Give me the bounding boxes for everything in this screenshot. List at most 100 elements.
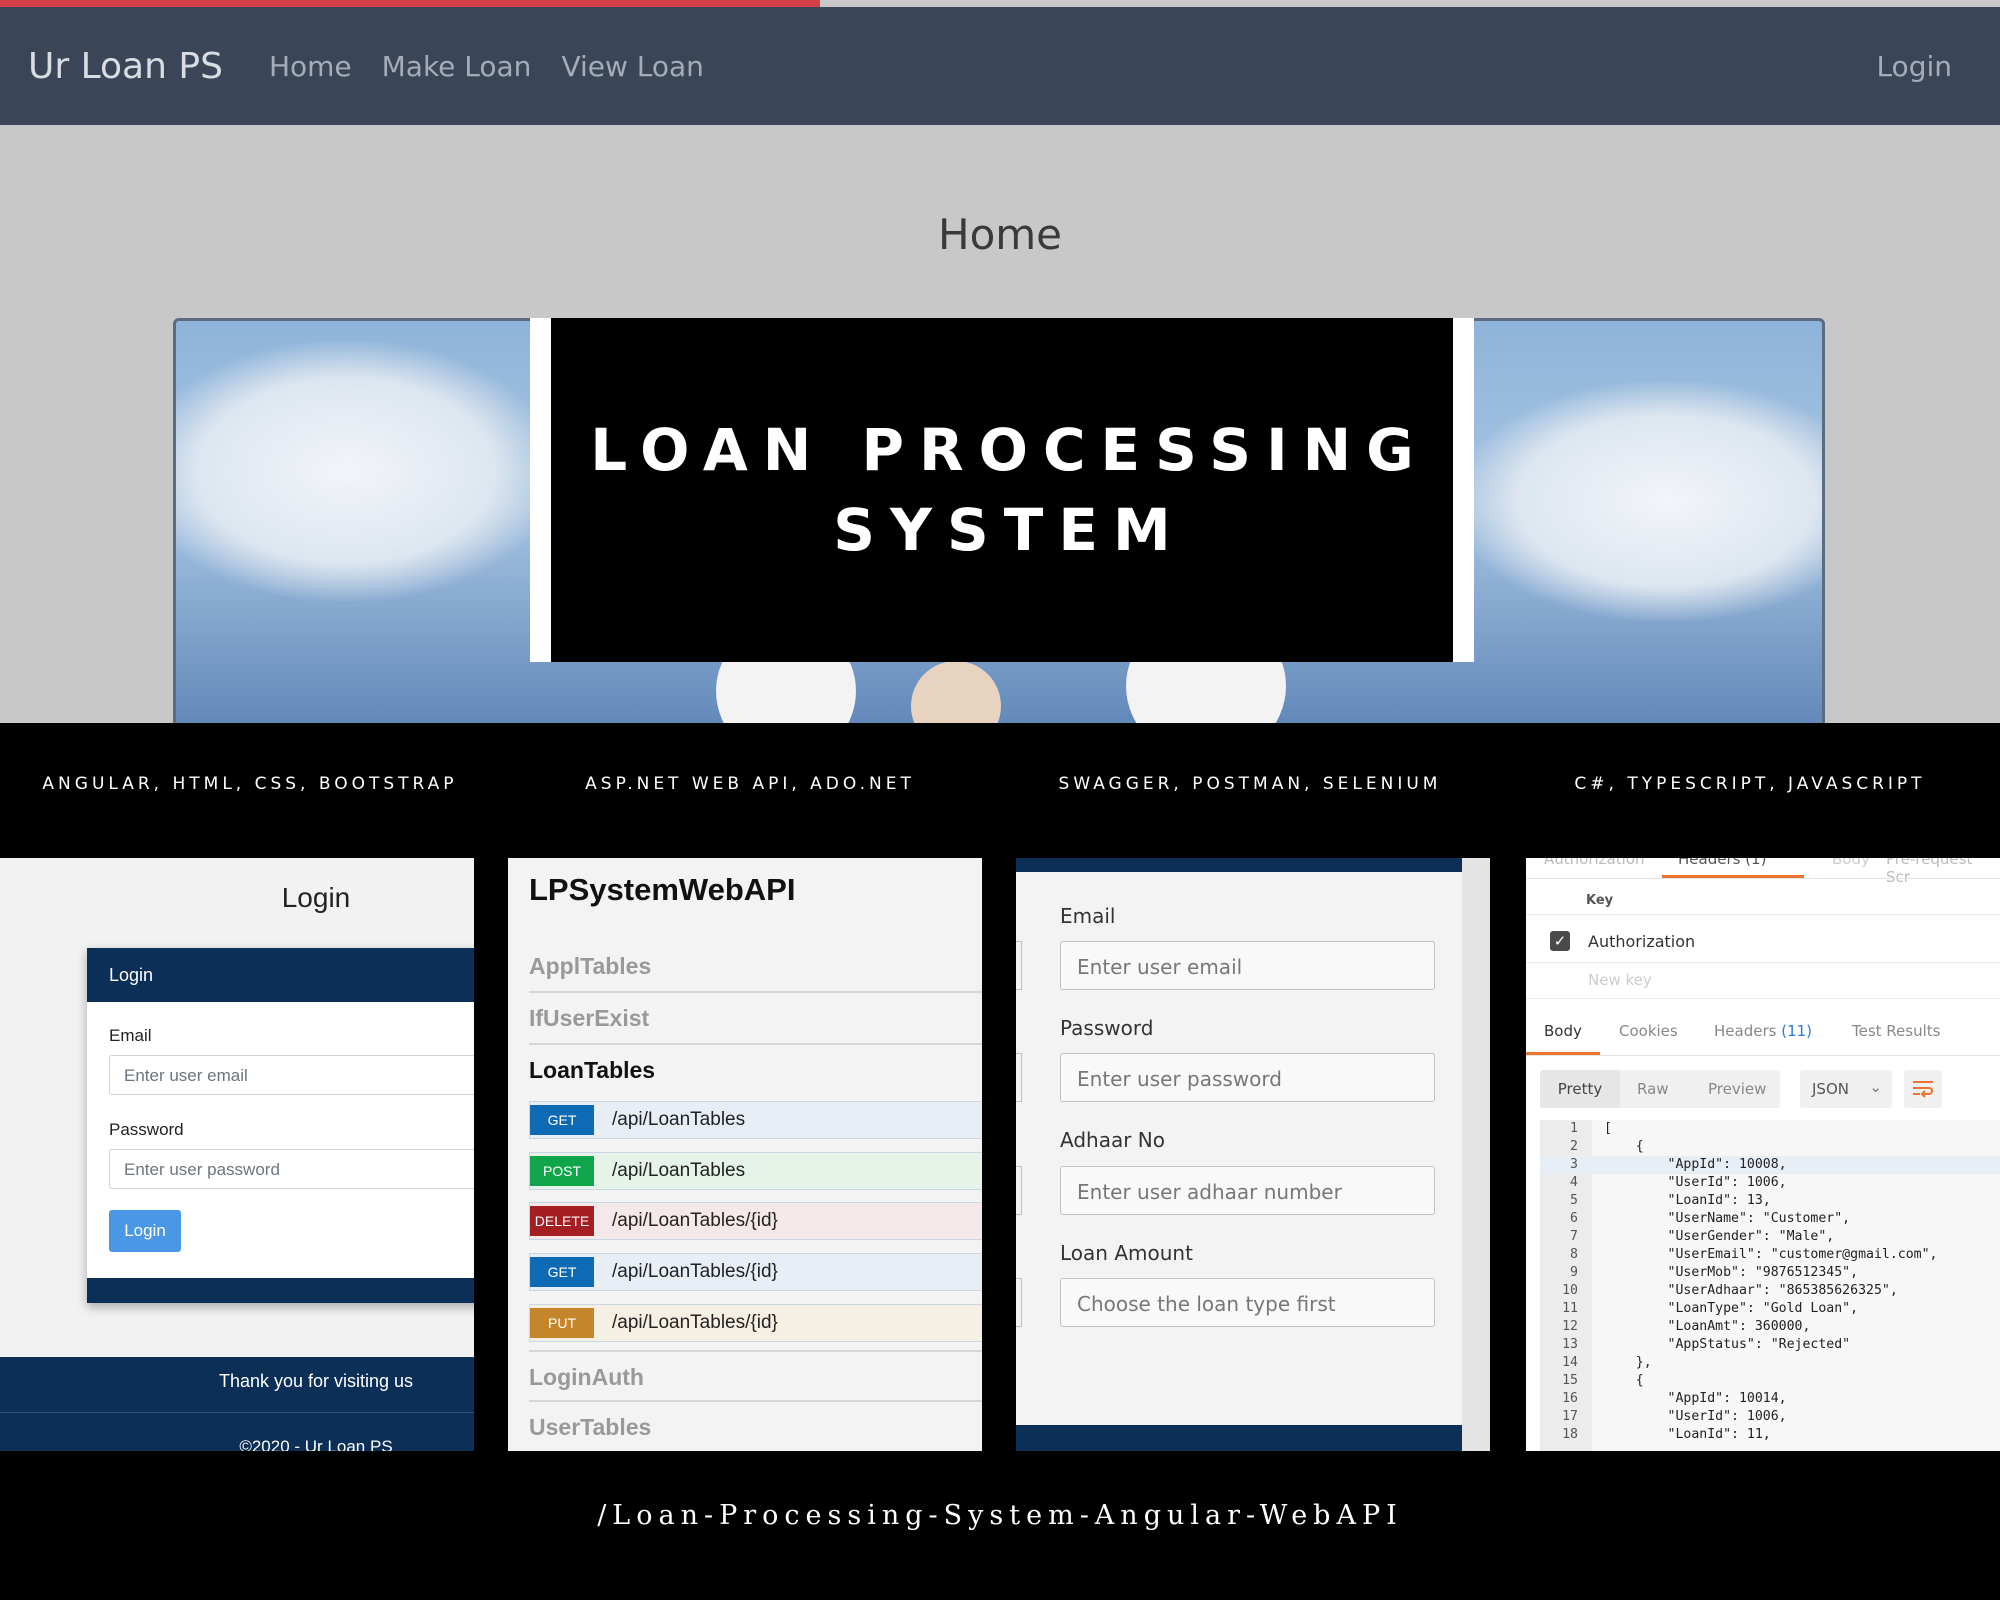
- new-key-input[interactable]: New key: [1588, 971, 1652, 989]
- response-tab-body[interactable]: Body: [1544, 1022, 1582, 1040]
- endpoint-post-loantables[interactable]: POST /api/LoanTables: [529, 1152, 982, 1190]
- endpoint-path: /api/LoanTables/{id}: [612, 1312, 778, 1333]
- nav-make-loan[interactable]: Make Loan: [382, 50, 532, 83]
- view-mode-raw[interactable]: Raw: [1637, 1080, 1669, 1098]
- header-key-authorization[interactable]: Authorization: [1588, 932, 1695, 951]
- email-field[interactable]: Enter user email: [109, 1055, 474, 1095]
- password-label: Password: [109, 1120, 184, 1139]
- input-edge: [1016, 941, 1022, 990]
- tech-backend: ASP.NET WEB API, ADO.NET: [585, 774, 915, 794]
- tab-divider: [1526, 878, 2000, 879]
- password-field[interactable]: Enter user password: [109, 1149, 474, 1189]
- format-select[interactable]: JSON ⌄: [1800, 1070, 1892, 1108]
- code-line: "UserName": "Customer",: [1604, 1211, 1851, 1226]
- endpoint-get-loantables-id[interactable]: GET /api/LoanTables/{id}: [529, 1253, 982, 1291]
- line-number: 10: [1562, 1283, 1578, 1298]
- endpoint-get-loantables[interactable]: GET /api/LoanTables: [529, 1101, 982, 1139]
- adhaar-label: Adhaar No: [1060, 1128, 1165, 1152]
- line-number: 18: [1562, 1427, 1578, 1442]
- footer-copyright: ©2020 - Ur Loan PS: [239, 1437, 393, 1451]
- tab-prerequest[interactable]: Pre-request Scr: [1886, 858, 2000, 886]
- code-line: "UserEmail": "customer@gmail.com",: [1604, 1247, 1938, 1262]
- code-line: "LoanAmt": 360000,: [1604, 1319, 1811, 1334]
- adhaar-field[interactable]: Enter user adhaar number: [1060, 1166, 1435, 1215]
- login-button[interactable]: Login: [109, 1210, 181, 1252]
- swagger-screenshot: LPSystemWebAPI ApplTables IfUserExist Lo…: [508, 858, 982, 1451]
- postman-screenshot: Authorization Headers (1) Body Pre-reque…: [1526, 858, 2000, 1451]
- headline-frame: LOAN PROCESSING SYSTEM: [530, 318, 1474, 662]
- line-number: 7: [1570, 1229, 1578, 1244]
- tech-testing: SWAGGER, POSTMAN, SELENIUM: [1058, 774, 1442, 794]
- tab-body[interactable]: Body: [1832, 858, 1870, 868]
- input-edge: [1016, 1278, 1022, 1327]
- endpoint-delete-loantables-id[interactable]: DELETE /api/LoanTables/{id}: [529, 1202, 982, 1240]
- endpoint-path: /api/LoanTables: [612, 1160, 746, 1181]
- nav-view-loan[interactable]: View Loan: [561, 50, 704, 83]
- api-group-appltables[interactable]: ApplTables: [529, 941, 982, 993]
- code-line: "AppStatus": "Rejected": [1604, 1337, 1851, 1352]
- tab-authorization[interactable]: Authorization: [1544, 858, 1644, 868]
- login-card-footer: [87, 1278, 474, 1303]
- code-line: "LoanId": 11,: [1604, 1427, 1771, 1442]
- key-column-header: Key: [1586, 893, 1614, 908]
- brand-link[interactable]: Ur Loan PS: [28, 46, 223, 87]
- view-mode-pretty[interactable]: Pretty: [1540, 1070, 1620, 1108]
- code-line: "UserAdhaar": "865385626325",: [1604, 1283, 1898, 1298]
- format-select-label: JSON: [1812, 1080, 1849, 1098]
- endpoint-path: /api/LoanTables: [612, 1109, 746, 1130]
- headline-line-1: LOAN PROCESSING: [590, 416, 1429, 484]
- loading-progress-bar: [0, 0, 820, 7]
- row-divider: [1526, 962, 2000, 963]
- response-tab-test-results[interactable]: Test Results: [1852, 1022, 1940, 1040]
- api-group-ifuserexist[interactable]: IfUserExist: [529, 993, 982, 1045]
- loan-amount-field[interactable]: Choose the loan type first: [1060, 1278, 1435, 1327]
- login-card: Login Email Enter user email Password En…: [87, 948, 474, 1303]
- api-group-loantables[interactable]: LoanTables: [529, 1045, 982, 1091]
- tech-languages: C#, TYPESCRIPT, JAVASCRIPT: [1574, 774, 1926, 794]
- line-number: 13: [1562, 1337, 1578, 1352]
- line-number: 2: [1570, 1139, 1578, 1154]
- method-badge: POST: [530, 1156, 594, 1186]
- loan-amount-label: Loan Amount: [1060, 1241, 1193, 1265]
- app-screenshot: Ur Loan PS Home Make Loan View Loan Logi…: [0, 0, 2000, 723]
- line-number: 8: [1570, 1247, 1578, 1262]
- line-number: 3: [1570, 1157, 1578, 1172]
- endpoint-path: /api/LoanTables/{id}: [612, 1261, 778, 1282]
- code-line: "LoanId": 13,: [1604, 1193, 1771, 1208]
- line-number: 9: [1570, 1265, 1578, 1280]
- checkbox-checked-icon[interactable]: ✓: [1550, 931, 1570, 951]
- footer-divider: [0, 1412, 474, 1413]
- login-page-title: Login: [281, 882, 351, 913]
- json-response-viewer[interactable]: 1 [2 {3 "AppId": 10008, 4 "UserId": 1006, 5…: [1540, 1120, 2000, 1451]
- site-footer: Thank you for visiting us ©2020 - Ur Loa…: [0, 1357, 474, 1451]
- api-group-usertables[interactable]: UserTables: [529, 1402, 982, 1451]
- code-line: "AppId": 10008,: [1604, 1157, 1787, 1172]
- code-line: "UserGender": "Male",: [1604, 1229, 1835, 1244]
- wrap-lines-icon: [1912, 1079, 1934, 1099]
- headers-count-badge: (11): [1781, 1022, 1813, 1040]
- response-tab-cookies[interactable]: Cookies: [1619, 1022, 1678, 1040]
- line-number: 14: [1562, 1355, 1578, 1370]
- method-badge: GET: [530, 1105, 594, 1135]
- nav-home[interactable]: Home: [269, 50, 352, 83]
- endpoint-put-loantables-id[interactable]: PUT /api/LoanTables/{id}: [529, 1304, 982, 1342]
- line-number: 1: [1570, 1121, 1578, 1136]
- email-field[interactable]: Enter user email: [1060, 941, 1435, 990]
- response-tab-headers[interactable]: Headers (11): [1714, 1022, 1812, 1040]
- password-field[interactable]: Enter user password: [1060, 1053, 1435, 1102]
- line-number: 5: [1570, 1193, 1578, 1208]
- line-number: 6: [1570, 1211, 1578, 1226]
- form-bottom-bar: [1016, 1425, 1462, 1451]
- wrap-lines-button[interactable]: [1904, 1070, 1942, 1108]
- view-mode-preview[interactable]: Preview: [1708, 1080, 1766, 1098]
- repository-path: /Loan-Processing-System-Angular-WebAPI: [597, 1500, 1403, 1531]
- tab-headers[interactable]: Headers (1): [1678, 858, 1766, 868]
- input-edge: [1016, 1166, 1022, 1215]
- line-number: 4: [1570, 1175, 1578, 1190]
- password-label: Password: [1060, 1016, 1154, 1040]
- line-number: 16: [1562, 1391, 1578, 1406]
- endpoint-path: /api/LoanTables/{id}: [612, 1210, 778, 1231]
- api-group-loginauth[interactable]: LoginAuth: [529, 1350, 982, 1402]
- nav-login[interactable]: Login: [1876, 50, 1952, 83]
- method-badge: PUT: [530, 1308, 594, 1338]
